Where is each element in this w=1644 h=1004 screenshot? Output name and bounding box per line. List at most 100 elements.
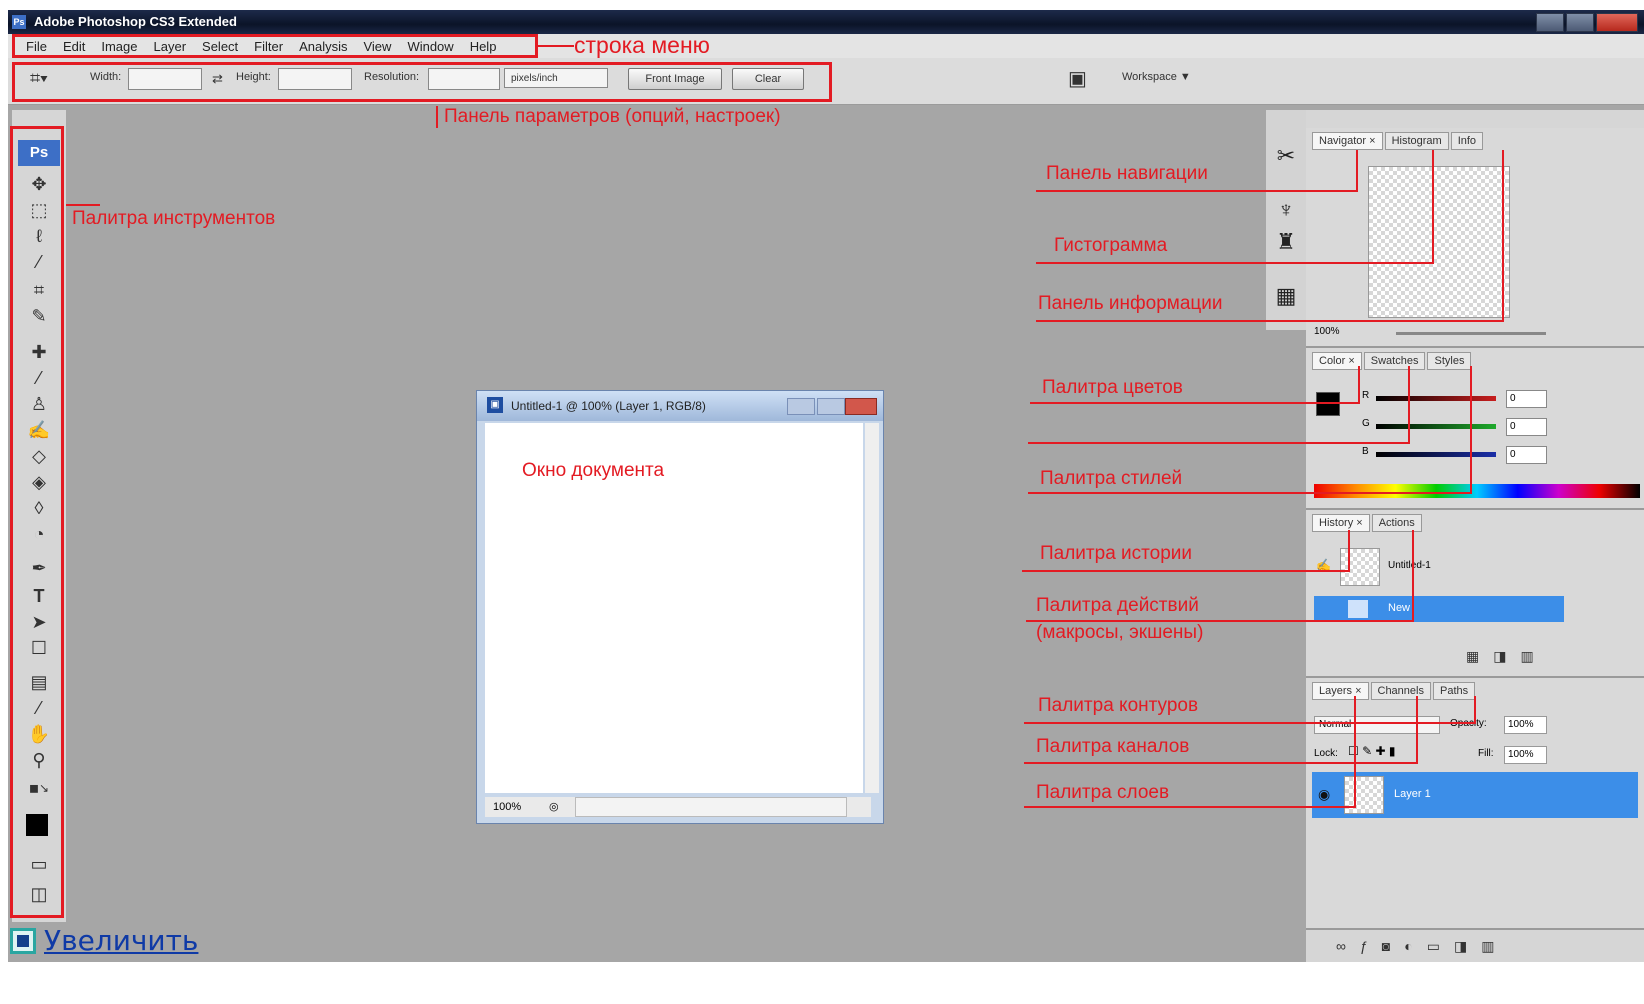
workspace-menu[interactable]: Workspace ▼ <box>1122 71 1191 83</box>
zoom-icon[interactable]: ⚲ <box>22 748 56 772</box>
blend-mode-select[interactable]: Normal <box>1314 716 1440 734</box>
layer-mask-icon[interactable]: ◙ <box>1382 938 1390 955</box>
trash-icon[interactable]: ▥ <box>1520 648 1533 665</box>
path-select-icon[interactable]: ➤ <box>22 610 56 634</box>
stamp-icon[interactable]: ♙ <box>22 392 56 416</box>
swap-colors-icon[interactable]: ◼↘ <box>22 776 56 800</box>
link-layers-icon[interactable]: ∞ <box>1336 938 1346 955</box>
width-input[interactable] <box>128 68 202 90</box>
minimize-button[interactable] <box>1536 13 1564 32</box>
menu-file[interactable]: File <box>18 36 55 58</box>
quick-mask-icon[interactable]: ▭ <box>22 852 56 876</box>
menu-help[interactable]: Help <box>462 36 505 58</box>
magic-wand-icon[interactable]: ⁄ <box>22 250 56 274</box>
tab-swatches[interactable]: Swatches <box>1363 352 1426 370</box>
vertical-scrollbar[interactable] <box>865 423 879 793</box>
eraser-icon[interactable]: ◇ <box>22 444 56 468</box>
units-select[interactable]: pixels/inch <box>504 68 608 88</box>
tab-history[interactable]: History × <box>1312 514 1370 532</box>
channel-b-value[interactable]: 0 <box>1506 446 1547 464</box>
pen-icon[interactable]: ✒ <box>22 556 56 580</box>
height-input[interactable] <box>278 68 352 90</box>
brush-icon[interactable]: ⁄ <box>22 366 56 390</box>
new-document-icon[interactable]: ▦ <box>1466 648 1479 665</box>
foreground-swatch[interactable] <box>1316 392 1340 416</box>
tab-navigator[interactable]: Navigator × <box>1312 132 1383 150</box>
document-zoom[interactable]: 100% <box>493 797 521 817</box>
bucket-icon[interactable]: ◈ <box>22 470 56 494</box>
lasso-icon[interactable]: ℓ <box>22 224 56 248</box>
adjustment-layer-icon[interactable]: ◐ <box>1404 938 1412 955</box>
delete-layer-icon[interactable]: ▥ <box>1481 938 1494 955</box>
new-snapshot-icon[interactable]: ◨ <box>1493 648 1506 665</box>
doc-maximize-button[interactable] <box>817 398 845 415</box>
menu-analysis[interactable]: Analysis <box>291 36 355 58</box>
bridge-icon[interactable]: ▣ <box>1068 66 1087 91</box>
channel-g-slider[interactable] <box>1376 424 1496 429</box>
new-layer-icon[interactable]: ◨ <box>1454 938 1467 955</box>
close-button[interactable] <box>1596 13 1638 32</box>
history-snapshot-thumb[interactable] <box>1340 548 1380 586</box>
eyedropper-icon[interactable]: ⁄ <box>22 696 56 720</box>
tab-histogram[interactable]: Histogram <box>1384 132 1449 150</box>
brushes-icon[interactable]: ♆ <box>1272 196 1300 224</box>
fill-input[interactable]: 100% <box>1504 746 1547 764</box>
slice-icon[interactable]: ✎ <box>22 304 56 328</box>
tab-layers[interactable]: Layers × <box>1312 682 1369 700</box>
screen-mode-icon[interactable]: ◫ <box>22 882 56 906</box>
clone-source-icon[interactable]: ♜ <box>1272 228 1300 256</box>
tab-actions[interactable]: Actions <box>1371 514 1422 532</box>
clear-button[interactable]: Clear <box>732 68 804 90</box>
new-group-icon[interactable]: ▭ <box>1427 938 1440 955</box>
menu-window[interactable]: Window <box>399 36 461 58</box>
move-icon[interactable]: ✥ <box>22 172 56 196</box>
tab-paths[interactable]: Paths <box>1432 682 1476 700</box>
layer-row[interactable]: ◉ Layer 1 <box>1312 772 1638 818</box>
ps-logo[interactable]: Ps <box>18 140 60 166</box>
channel-r-slider[interactable] <box>1376 396 1496 401</box>
layer-comps-icon[interactable]: ▦ <box>1272 282 1300 310</box>
maximize-button[interactable] <box>1566 13 1594 32</box>
menu-layer[interactable]: Layer <box>146 36 195 58</box>
status-info-icon[interactable]: ◎ <box>549 797 559 817</box>
tab-color[interactable]: Color × <box>1312 352 1362 370</box>
enlarge-link[interactable]: Увеличить <box>10 924 198 957</box>
history-snapshot-label[interactable]: Untitled-1 <box>1388 560 1431 571</box>
enlarge-link-text[interactable]: Увеличить <box>44 924 198 957</box>
navigator-zoom[interactable]: 100% <box>1314 326 1340 337</box>
tools-presets-icon[interactable]: ✂ <box>1272 142 1300 170</box>
menu-select[interactable]: Select <box>194 36 246 58</box>
enlarge-icon[interactable] <box>10 927 36 954</box>
horizontal-scrollbar[interactable] <box>575 797 847 817</box>
tab-info[interactable]: Info <box>1450 132 1484 150</box>
tab-channels[interactable]: Channels <box>1370 682 1431 700</box>
menu-edit[interactable]: Edit <box>55 36 93 58</box>
type-icon[interactable]: T <box>22 584 56 608</box>
history-brush-icon[interactable]: ✍ <box>22 418 56 442</box>
dodge-icon[interactable]: ◔ <box>22 522 56 546</box>
visibility-eye-icon[interactable]: ◉ <box>1318 786 1330 803</box>
shape-icon[interactable]: ☐ <box>22 636 56 660</box>
navigator-preview[interactable] <box>1368 166 1510 318</box>
menu-filter[interactable]: Filter <box>246 36 291 58</box>
marquee-icon[interactable]: ⬚ <box>22 198 56 222</box>
history-state-row[interactable]: New <box>1314 596 1564 622</box>
resolution-input[interactable] <box>428 68 500 90</box>
doc-minimize-button[interactable] <box>787 398 815 415</box>
menu-view[interactable]: View <box>355 36 399 58</box>
channel-r-value[interactable]: 0 <box>1506 390 1547 408</box>
foreground-color-swatch[interactable] <box>26 814 48 836</box>
hand-icon[interactable]: ✋ <box>22 722 56 746</box>
crop-tool-preset-icon[interactable]: ⌗▾ <box>30 68 48 89</box>
channel-b-slider[interactable] <box>1376 452 1496 457</box>
front-image-button[interactable]: Front Image <box>628 68 722 90</box>
crop-icon[interactable]: ⌗ <box>22 278 56 302</box>
doc-close-button[interactable] <box>845 398 877 415</box>
blur-icon[interactable]: ◊ <box>22 496 56 520</box>
layer-name[interactable]: Layer 1 <box>1394 788 1431 800</box>
navigator-zoom-slider[interactable] <box>1396 332 1546 335</box>
swap-icon[interactable]: ⇄ <box>212 71 223 87</box>
tab-styles[interactable]: Styles <box>1427 352 1472 370</box>
channel-g-value[interactable]: 0 <box>1506 418 1547 436</box>
opacity-input[interactable]: 100% <box>1504 716 1547 734</box>
